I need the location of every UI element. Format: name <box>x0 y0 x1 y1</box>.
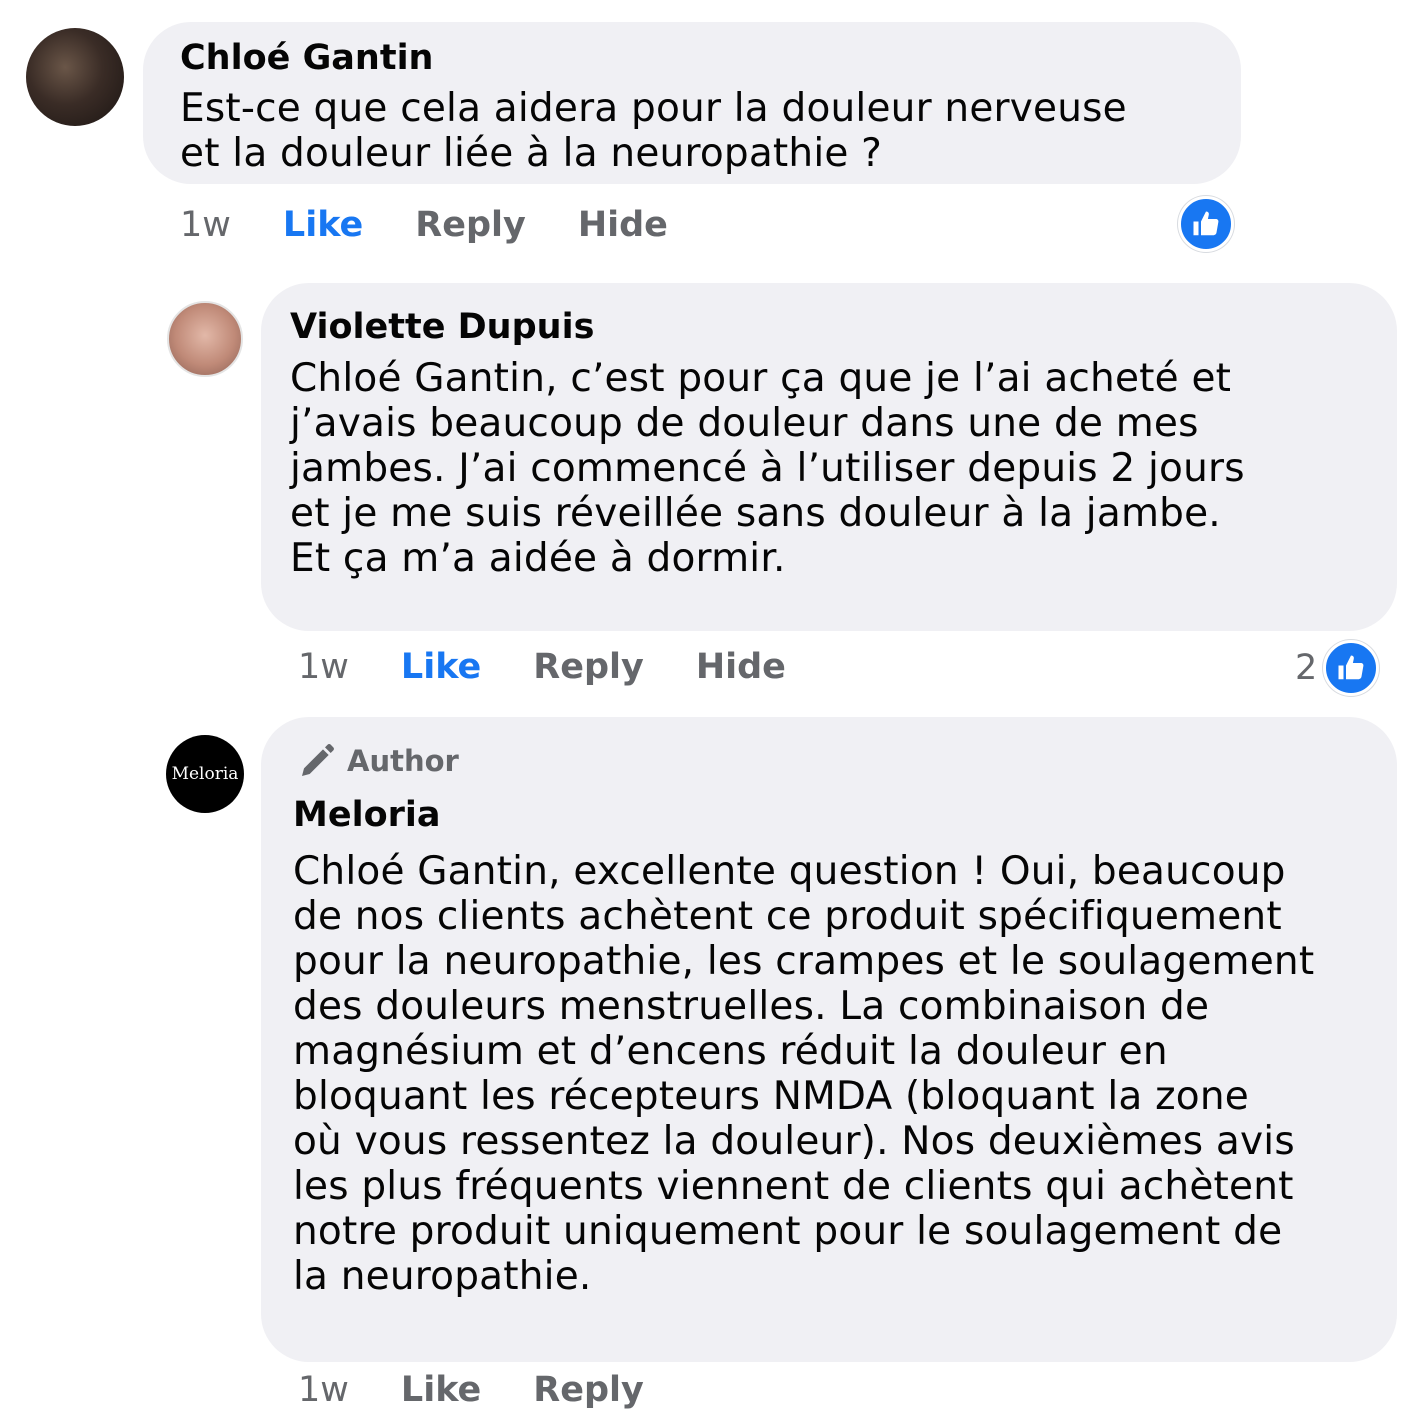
comment-text: Chloé Gantin, excellente question ! Oui,… <box>293 849 1315 1299</box>
like-button[interactable]: Like <box>283 205 363 245</box>
avatar-logo-text: Meloria <box>171 764 239 784</box>
comment-author[interactable]: Meloria <box>293 795 441 835</box>
author-badge: Author <box>297 741 459 781</box>
like-button[interactable]: Like <box>401 647 481 687</box>
comment-author[interactable]: Chloé Gantin <box>180 38 433 78</box>
reply-button[interactable]: Reply <box>415 205 526 245</box>
comment-actions: 1w Like Reply Hide <box>180 205 720 245</box>
comment-actions: 1w Like Reply <box>298 1370 696 1410</box>
reaction-summary[interactable]: 2 <box>1295 640 1380 696</box>
like-button[interactable]: Like <box>401 1370 481 1410</box>
comment-text: Chloé Gantin, c’est pour ça que je l’ai … <box>290 356 1245 581</box>
avatar-violette-dupuis[interactable] <box>167 301 243 377</box>
comment-author[interactable]: Violette Dupuis <box>290 307 594 347</box>
comment-timestamp[interactable]: 1w <box>298 1370 349 1410</box>
comment-actions: 1w Like Reply Hide <box>298 647 838 687</box>
thumbs-up-icon <box>1178 196 1234 252</box>
comment-timestamp[interactable]: 1w <box>298 647 349 687</box>
pencil-icon <box>302 744 334 776</box>
hide-button[interactable]: Hide <box>696 647 786 687</box>
reply-button[interactable]: Reply <box>533 1370 644 1410</box>
author-badge-label: Author <box>347 744 459 778</box>
comment-timestamp[interactable]: 1w <box>180 205 231 245</box>
comment-text: Est-ce que cela aidera pour la douleur n… <box>180 86 1127 176</box>
reaction-count: 2 <box>1295 648 1318 688</box>
reply-button[interactable]: Reply <box>533 647 644 687</box>
avatar-meloria[interactable]: Meloria <box>166 735 244 813</box>
thumbs-up-icon <box>1323 640 1380 696</box>
hide-button[interactable]: Hide <box>578 205 668 245</box>
avatar-chloe-gantin[interactable] <box>26 28 124 126</box>
reaction-summary[interactable] <box>1178 196 1234 252</box>
